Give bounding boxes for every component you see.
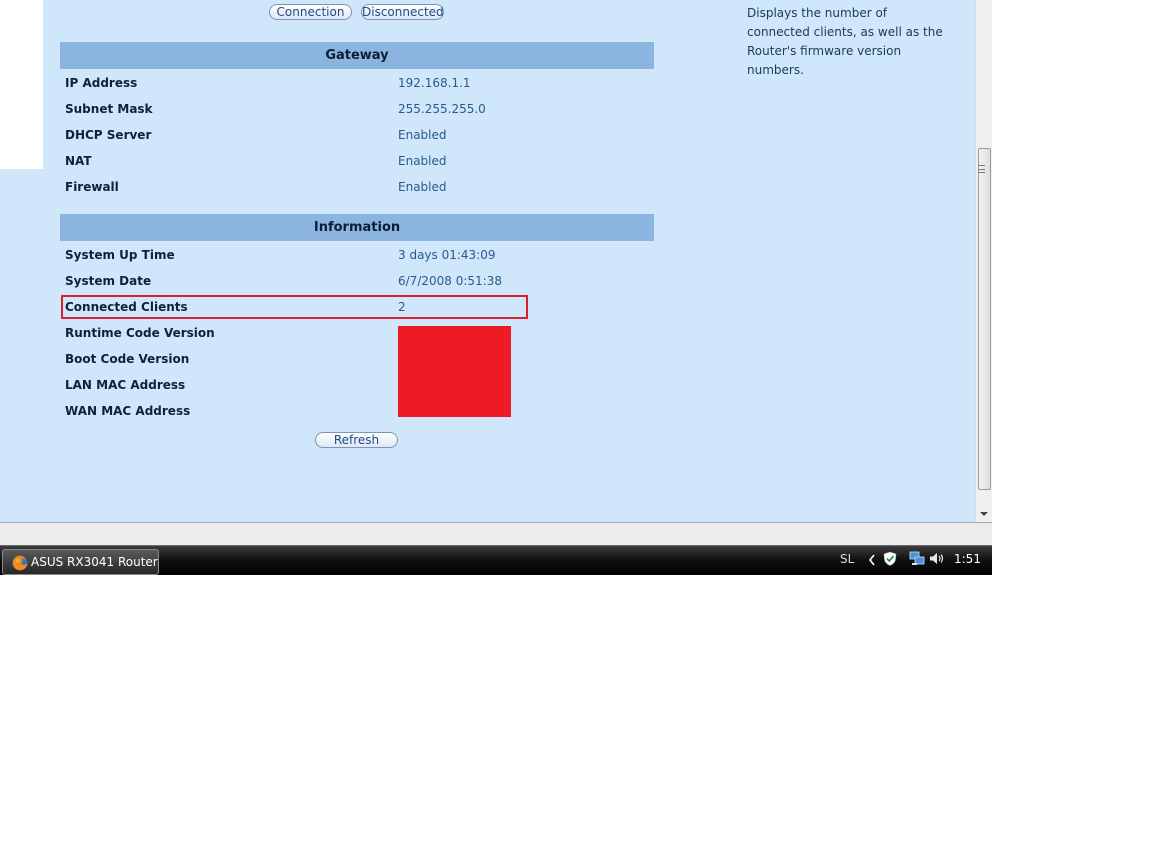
ip-address-label: IP Address xyxy=(65,76,138,90)
browser-status-bar xyxy=(0,522,992,545)
refresh-button[interactable]: Refresh xyxy=(315,432,398,448)
firefox-icon xyxy=(12,555,28,571)
subnet-mask-value: 255.255.255.0 xyxy=(398,102,486,116)
wan-mac-address-label: WAN MAC Address xyxy=(65,404,191,418)
firewall-value: Enabled xyxy=(398,180,447,194)
browser-viewport: Connection Disconnected Gateway IP Addre… xyxy=(0,0,975,522)
taskbar-browser-button[interactable]: ASUS RX3041 Router... xyxy=(2,549,159,575)
security-shield-icon[interactable] xyxy=(883,551,897,566)
nat-label: NAT xyxy=(65,154,92,168)
taskbar-task-label: ASUS RX3041 Router... xyxy=(31,555,159,569)
information-header: Information xyxy=(60,214,654,241)
connected-clients-label: Connected Clients xyxy=(65,300,188,314)
scrollbar-thumb[interactable] xyxy=(978,148,991,490)
runtime-code-version-label: Runtime Code Version xyxy=(65,326,215,340)
boot-code-version-label: Boot Code Version xyxy=(65,352,190,366)
system-date-value: 6/7/2008 0:51:38 xyxy=(398,274,502,288)
desktop-screen: Connection Disconnected Gateway IP Addre… xyxy=(0,0,992,575)
taskbar-clock[interactable]: 1:51 xyxy=(954,552,981,566)
volume-icon[interactable] xyxy=(929,552,945,565)
dhcp-server-value: Enabled xyxy=(398,128,447,142)
nat-value: Enabled xyxy=(398,154,447,168)
vertical-scrollbar[interactable] xyxy=(975,0,992,522)
redacted-values-box xyxy=(398,326,511,417)
left-white-panel xyxy=(0,0,43,169)
network-icon[interactable] xyxy=(909,551,925,566)
scrollbar-grip-icon xyxy=(979,165,985,173)
disconnected-button[interactable]: Disconnected xyxy=(361,4,444,20)
system-date-label: System Date xyxy=(65,274,152,288)
language-indicator[interactable]: SL xyxy=(840,552,854,566)
firewall-label: Firewall xyxy=(65,180,119,194)
system-up-time-value: 3 days 01:43:09 xyxy=(398,248,496,262)
help-description: Displays the number of connected clients… xyxy=(747,6,943,77)
system-up-time-label: System Up Time xyxy=(65,248,175,262)
tray-chevron-icon[interactable] xyxy=(868,554,876,566)
gateway-header: Gateway xyxy=(60,42,654,69)
lan-mac-address-label: LAN MAC Address xyxy=(65,378,186,392)
connected-clients-value: 2 xyxy=(398,300,406,314)
connection-button[interactable]: Connection xyxy=(269,4,352,20)
subnet-mask-label: Subnet Mask xyxy=(65,102,153,116)
dhcp-server-label: DHCP Server xyxy=(65,128,152,142)
scroll-down-arrow-icon[interactable] xyxy=(980,512,988,516)
ip-address-value: 192.168.1.1 xyxy=(398,76,471,90)
